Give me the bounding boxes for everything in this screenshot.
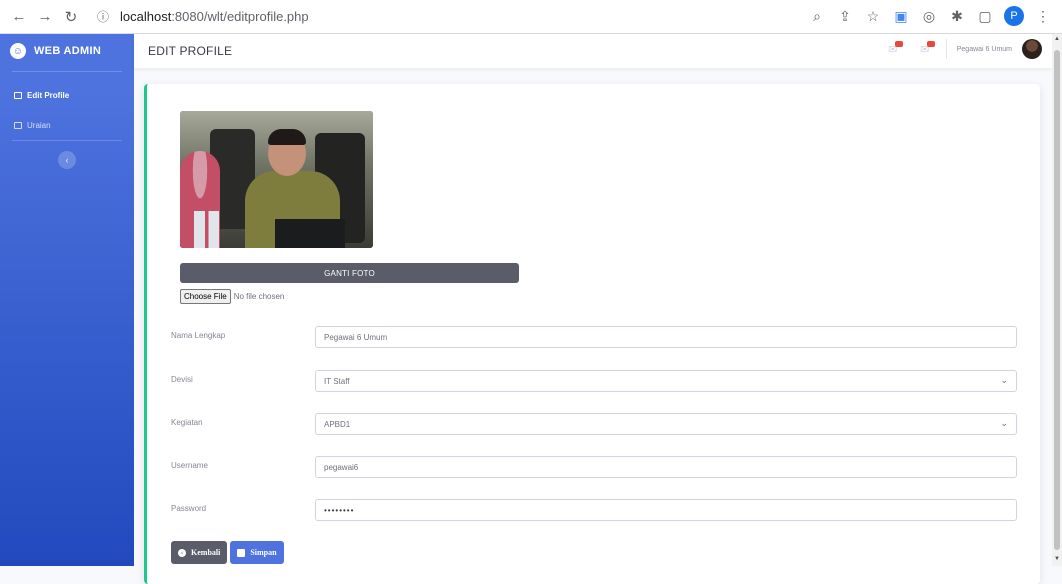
camera-icon[interactable]: ◎ <box>920 7 938 25</box>
browser-toolbar: ← → ↻ ⓘ localhost:8080/wlt/editprofile.p… <box>0 0 1062 34</box>
browser-actions: ⌕ ⇪ ☆ ▣ ◎ ✱ ▢ P ⋮ <box>808 6 1052 26</box>
edit-profile-card: GANTI FOTO Choose File No file chosen Na… <box>144 84 1040 584</box>
sidebar-brand[interactable]: ☺ WEB ADMIN <box>0 34 134 68</box>
kegiatan-value: APBD1 <box>324 420 351 429</box>
sidebar-item-edit-profile[interactable]: Edit Profile <box>0 80 134 110</box>
back-button[interactable]: ‹ Kembali <box>171 541 228 564</box>
share-icon[interactable]: ⇪ <box>836 7 854 25</box>
username-input[interactable]: pegawai6 <box>315 456 1017 478</box>
form-row-kegiatan: Kegiatan APBD1 ⌄ <box>171 413 1021 435</box>
topbar-actions: ✉ ✉ Pegawai 6 Umum <box>882 39 1042 59</box>
file-input[interactable]: Choose File No file chosen <box>180 289 284 304</box>
zoom-icon[interactable]: ⌕ <box>808 7 826 25</box>
page-title: EDIT PROFILE <box>148 44 233 58</box>
devisi-value: IT Staff <box>324 377 350 386</box>
forward-arrow-icon[interactable]: → <box>34 6 56 28</box>
url-host: localhost <box>120 9 172 24</box>
form-row-nama: Nama Lengkap Pegawai 6 Umum <box>171 326 1021 348</box>
form-row-password: Password •••••••• <box>171 499 1021 521</box>
form-row-devisi: Devisi IT Staff ⌄ <box>171 370 1021 392</box>
scroll-up-icon[interactable]: ▲ <box>1054 36 1060 42</box>
sidebar-item-uraian[interactable]: Uraian <box>0 110 134 140</box>
page-scrollbar[interactable]: ▲ ▼ <box>1052 34 1062 566</box>
sidebar: ☺ WEB ADMIN Edit Profile Uraian ‹ <box>0 34 134 566</box>
back-button-label: Kembali <box>191 548 221 557</box>
message-badge <box>926 41 935 47</box>
table-icon <box>14 121 22 129</box>
user-name[interactable]: Pegawai 6 Umum <box>957 46 1012 53</box>
back-arrow-icon[interactable]: ← <box>8 6 30 28</box>
form-actions: ‹ Kembali Simpan <box>171 541 284 564</box>
chevron-down-icon: ⌄ <box>1000 375 1008 385</box>
scroll-down-icon[interactable]: ▼ <box>1054 556 1060 562</box>
bookmark-star-icon[interactable]: ☆ <box>864 7 882 25</box>
sidebar-toggle-button[interactable]: ‹ <box>58 151 76 169</box>
browser-nav: ← → ↻ <box>0 6 82 28</box>
password-input[interactable]: •••••••• <box>315 499 1017 521</box>
scrollbar-thumb[interactable] <box>1054 50 1060 550</box>
table-icon <box>14 91 22 99</box>
devisi-label: Devisi <box>171 375 193 384</box>
reload-icon[interactable]: ↻ <box>60 6 82 28</box>
save-button[interactable]: Simpan <box>230 541 284 564</box>
side-panel-icon[interactable]: ▢ <box>976 7 994 25</box>
devisi-select[interactable]: IT Staff ⌄ <box>315 370 1017 392</box>
sidebar-divider <box>12 140 122 141</box>
brand-title: WEB ADMIN <box>34 45 102 57</box>
floppy-disk-icon <box>237 548 246 557</box>
brand-logo-icon: ☺ <box>10 43 26 59</box>
address-bar[interactable]: ⓘ localhost:8080/wlt/editprofile.php <box>92 6 309 28</box>
kegiatan-label: Kegiatan <box>171 418 203 427</box>
extensions-icon[interactable]: ✱ <box>948 7 966 25</box>
chevron-left-icon: ‹ <box>65 155 69 165</box>
profile-photo <box>180 111 373 248</box>
sidebar-item-label: Uraian <box>27 120 51 130</box>
nama-lengkap-input[interactable]: Pegawai 6 Umum <box>315 326 1017 348</box>
save-button-label: Simpan <box>250 548 277 557</box>
messages-envelope-icon[interactable]: ✉ <box>914 40 936 58</box>
browser-profile-avatar[interactable]: P <box>1004 6 1024 26</box>
info-icon[interactable]: ⓘ <box>92 6 114 28</box>
topbar: EDIT PROFILE ✉ ✉ Pegawai 6 Umum <box>134 34 1052 68</box>
nama-label: Nama Lengkap <box>171 331 226 340</box>
password-label: Password <box>171 504 207 513</box>
file-status: No file chosen <box>233 292 285 301</box>
alerts-bell-icon[interactable]: ✉ <box>882 40 904 58</box>
change-photo-button[interactable]: GANTI FOTO <box>180 263 519 283</box>
translate-icon[interactable]: ▣ <box>892 7 910 25</box>
kegiatan-select[interactable]: APBD1 ⌄ <box>315 413 1017 435</box>
arrow-left-circle-icon: ‹ <box>178 548 186 557</box>
choose-file-button[interactable]: Choose File <box>180 289 231 304</box>
chevron-down-icon: ⌄ <box>1000 418 1008 428</box>
browser-menu-icon[interactable]: ⋮ <box>1034 7 1052 25</box>
sidebar-item-label: Edit Profile <box>27 90 70 100</box>
user-avatar[interactable] <box>1022 39 1042 59</box>
form-row-username: Username pegawai6 <box>171 456 1021 478</box>
username-label: Username <box>171 461 208 470</box>
alert-badge <box>894 41 903 47</box>
url-path: :8080/wlt/editprofile.php <box>171 9 309 24</box>
topbar-divider <box>945 39 947 59</box>
